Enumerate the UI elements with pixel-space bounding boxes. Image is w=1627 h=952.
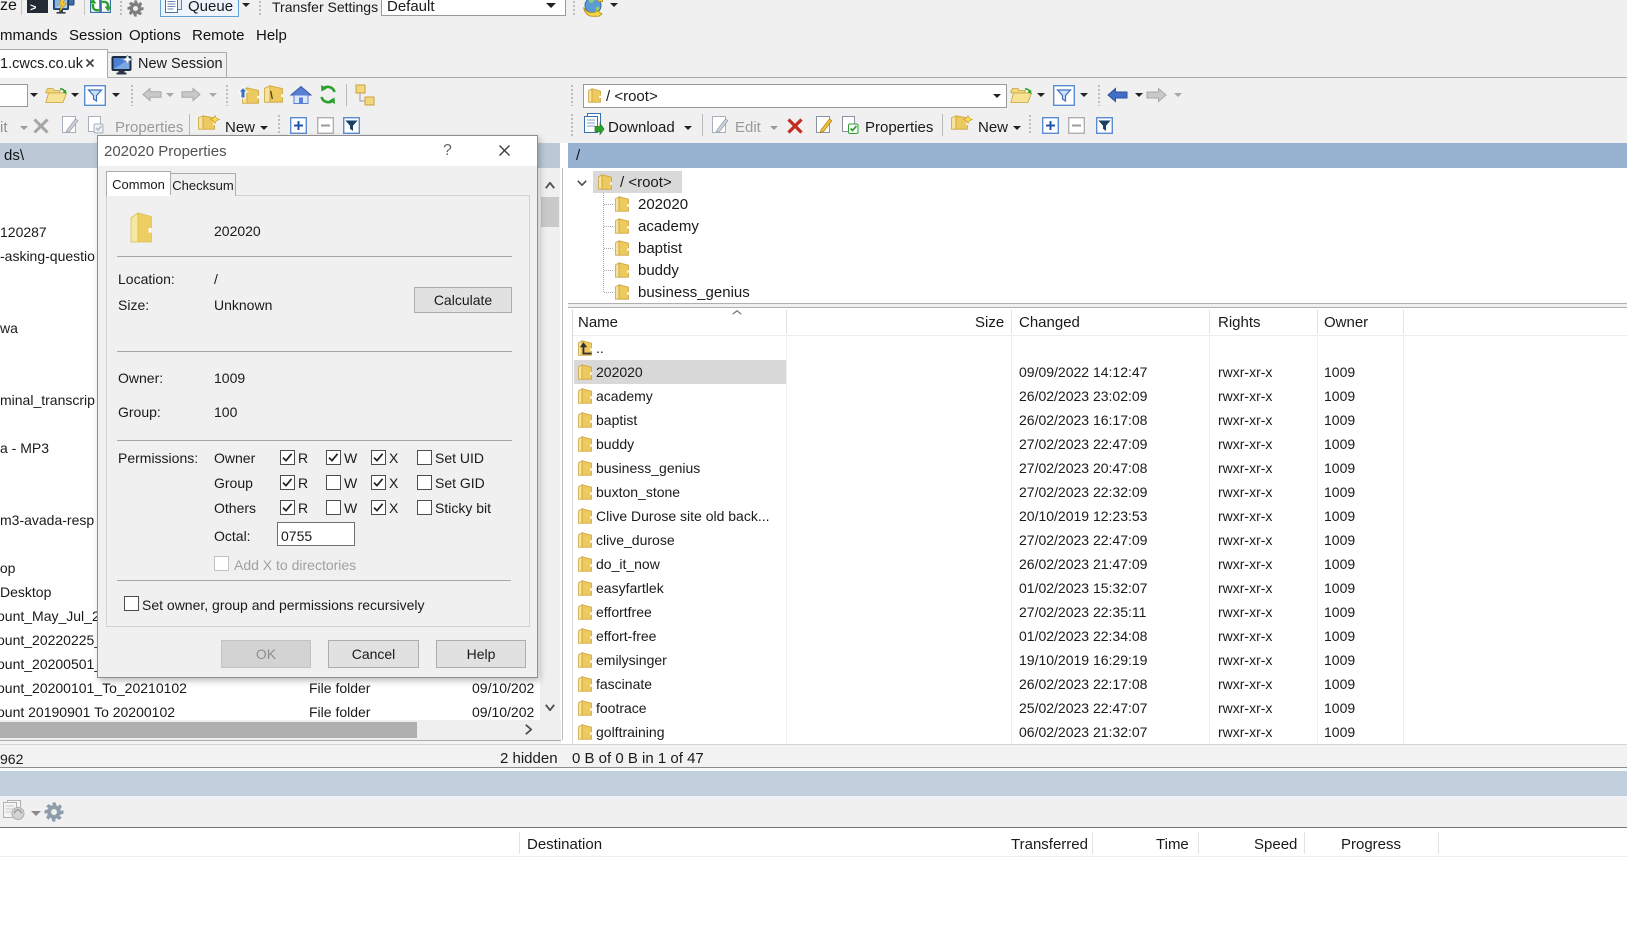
svg-text:>: > (30, 2, 36, 13)
svg-text:\: \ (270, 90, 273, 102)
